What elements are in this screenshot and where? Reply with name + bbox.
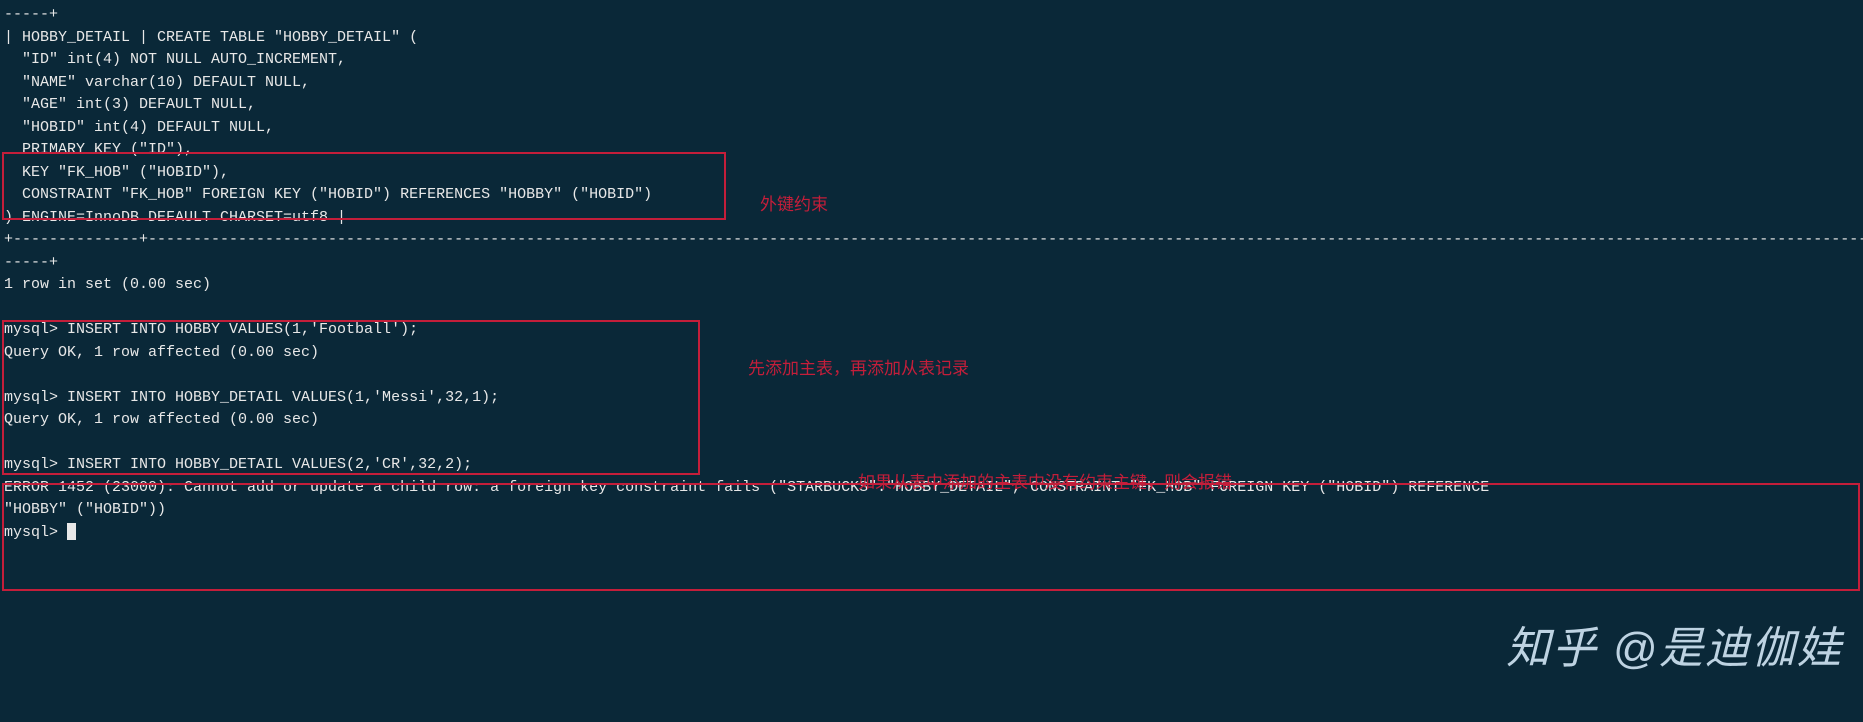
- terminal-line: | HOBBY_DETAIL | CREATE TABLE "HOBBY_DET…: [4, 27, 1859, 50]
- terminal-line: CONSTRAINT "FK_HOB" FOREIGN KEY ("HOBID"…: [4, 184, 1859, 207]
- annotation-error-reason: 如果从表中添加的主表中没有约束主键，则会报错: [858, 470, 1232, 496]
- terminal-line: +--------------+------------------------…: [4, 229, 1859, 252]
- terminal-line: mysql>: [4, 522, 1859, 545]
- terminal-line: KEY "FK_HOB" ("HOBID"),: [4, 162, 1859, 185]
- watermark: 知乎 @是迪伽娃: [1506, 616, 1843, 682]
- terminal-line: "ID" int(4) NOT NULL AUTO_INCREMENT,: [4, 49, 1859, 72]
- terminal-line: "HOBBY" ("HOBID")): [4, 499, 1859, 522]
- terminal-line: mysql> INSERT INTO HOBBY VALUES(1,'Footb…: [4, 319, 1859, 342]
- terminal-line: Query OK, 1 row affected (0.00 sec): [4, 409, 1859, 432]
- terminal-output[interactable]: -----+| HOBBY_DETAIL | CREATE TABLE "HOB…: [4, 4, 1859, 544]
- terminal-line: PRIMARY KEY ("ID"),: [4, 139, 1859, 162]
- terminal-line: -----+: [4, 252, 1859, 275]
- annotation-foreign-key: 外键约束: [760, 192, 828, 218]
- terminal-line: [4, 297, 1859, 320]
- cursor-icon: [67, 523, 76, 540]
- terminal-line: "AGE" int(3) DEFAULT NULL,: [4, 94, 1859, 117]
- terminal-line: [4, 432, 1859, 455]
- annotation-insert-order: 先添加主表，再添加从表记录: [748, 356, 969, 382]
- terminal-line: -----+: [4, 4, 1859, 27]
- terminal-line: "NAME" varchar(10) DEFAULT NULL,: [4, 72, 1859, 95]
- terminal-line: mysql> INSERT INTO HOBBY_DETAIL VALUES(1…: [4, 387, 1859, 410]
- terminal-line: ) ENGINE=InnoDB DEFAULT CHARSET=utf8 |: [4, 207, 1859, 230]
- terminal-line: "HOBID" int(4) DEFAULT NULL,: [4, 117, 1859, 140]
- terminal-line: 1 row in set (0.00 sec): [4, 274, 1859, 297]
